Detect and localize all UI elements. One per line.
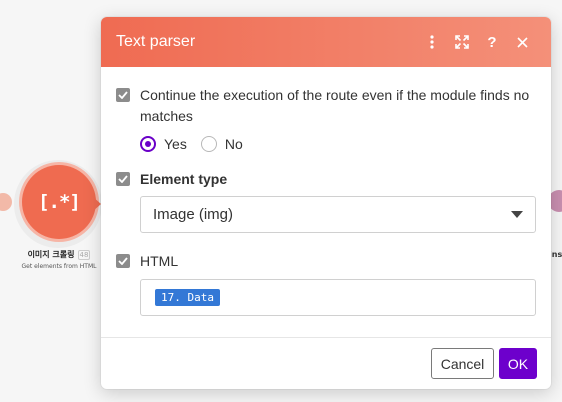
- dialog-title: Text parser: [116, 33, 196, 50]
- radio-no[interactable]: No: [200, 136, 243, 152]
- html-input[interactable]: 17. Data: [140, 279, 536, 316]
- continue-option-row: Continue the execution of the route even…: [116, 85, 536, 127]
- node-pointer-arrow: [92, 196, 101, 212]
- close-icon[interactable]: [507, 27, 537, 57]
- text-parser-module-node[interactable]: [.*]: [22, 165, 96, 239]
- dialog-body: Continue the execution of the route even…: [101, 67, 551, 316]
- module-name: 이미지 크롤링 48: [14, 249, 104, 260]
- dialog-footer: Cancel OK: [101, 337, 551, 389]
- html-label: HTML: [140, 253, 179, 269]
- radio-yes-indicator[interactable]: [140, 136, 156, 152]
- dialog-header: Text parser ?: [101, 17, 551, 67]
- module-id-badge: 48: [77, 250, 91, 260]
- regex-icon: [.*]: [38, 191, 81, 213]
- module-name-text: 이미지 크롤링: [27, 250, 75, 259]
- continue-radio-group: Yes No: [140, 136, 536, 152]
- radio-yes[interactable]: Yes: [140, 136, 187, 152]
- element-type-row: Element type: [116, 169, 536, 190]
- radio-no-indicator[interactable]: [200, 136, 217, 152]
- radio-yes-label: Yes: [164, 136, 187, 152]
- caret-down-icon: [511, 211, 523, 218]
- ok-button[interactable]: OK: [499, 348, 537, 379]
- text-parser-dialog: Text parser ? Continue the execution of …: [101, 17, 551, 389]
- html-checkbox[interactable]: [116, 254, 130, 268]
- help-icon[interactable]: ?: [477, 27, 507, 57]
- element-type-label: Element type: [140, 171, 228, 187]
- more-vertical-icon[interactable]: [417, 27, 447, 57]
- module-description: Get elements from HTML: [21, 263, 97, 270]
- cancel-button[interactable]: Cancel: [431, 348, 494, 379]
- element-type-select[interactable]: Image (img): [140, 196, 536, 233]
- radio-no-label: No: [224, 136, 243, 152]
- expand-icon[interactable]: [447, 27, 477, 57]
- continue-option-label: Continue the execution of the route even…: [140, 87, 530, 124]
- element-type-value: Image (img): [153, 206, 234, 223]
- header-icons: ?: [417, 27, 537, 57]
- element-type-checkbox[interactable]: [116, 172, 130, 186]
- html-row: HTML: [116, 251, 536, 272]
- data-mapping-pill[interactable]: 17. Data: [155, 289, 220, 306]
- continue-option-checkbox[interactable]: [116, 88, 130, 102]
